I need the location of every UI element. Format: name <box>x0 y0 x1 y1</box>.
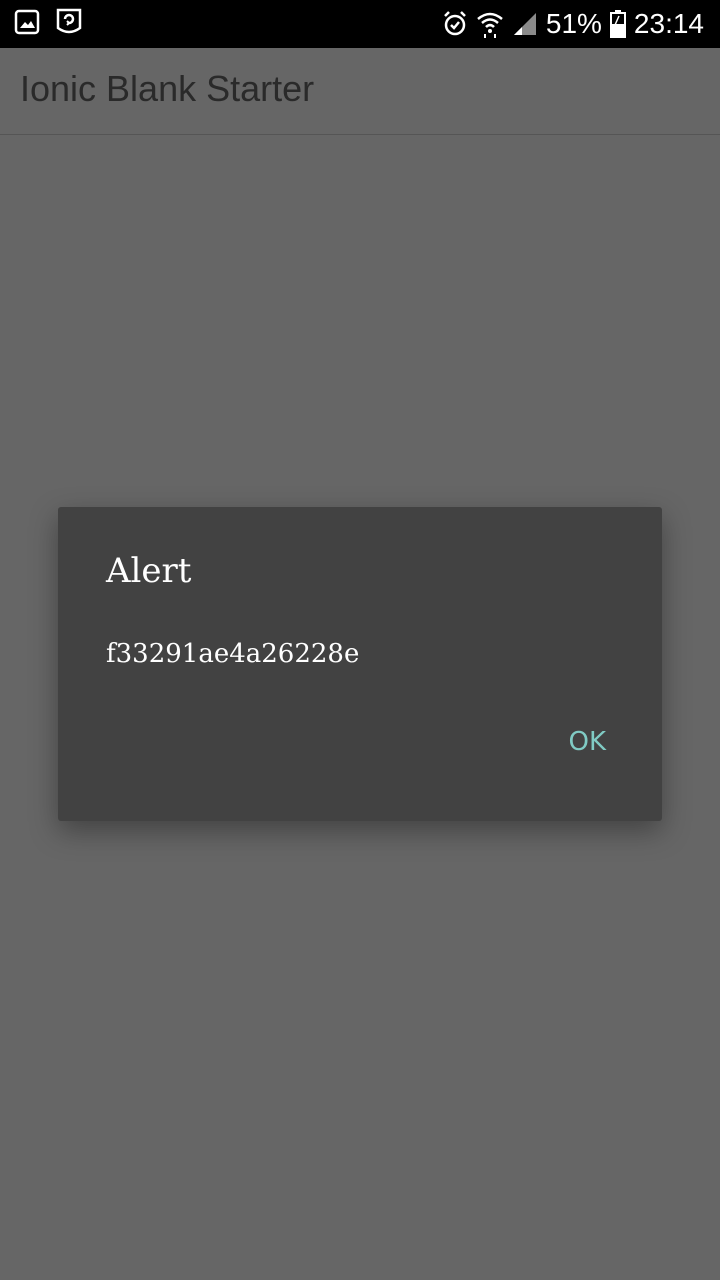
status-system: 51% 23:14 <box>442 0 704 48</box>
battery-icon <box>609 10 626 38</box>
clock: 23:14 <box>633 8 704 39</box>
screen-recorder-icon <box>54 8 84 36</box>
battery-percent: 51% <box>545 8 602 39</box>
status-notifications <box>14 8 84 36</box>
dialog-message: f33291ae4a26228e <box>106 639 360 669</box>
page-title: Ionic Blank Starter <box>20 68 315 109</box>
gallery-icon <box>14 9 40 35</box>
alarm-icon <box>442 10 468 38</box>
status-bar: 51% 23:14 <box>0 0 720 48</box>
app-header: Ionic Blank Starter <box>0 48 720 135</box>
dialog-title: Alert <box>106 551 192 591</box>
ok-button[interactable]: OK <box>564 725 610 759</box>
wifi-icon <box>476 10 504 38</box>
signal-icon <box>512 11 538 37</box>
alert-dialog: Alert f33291ae4a26228e OK <box>58 507 662 821</box>
